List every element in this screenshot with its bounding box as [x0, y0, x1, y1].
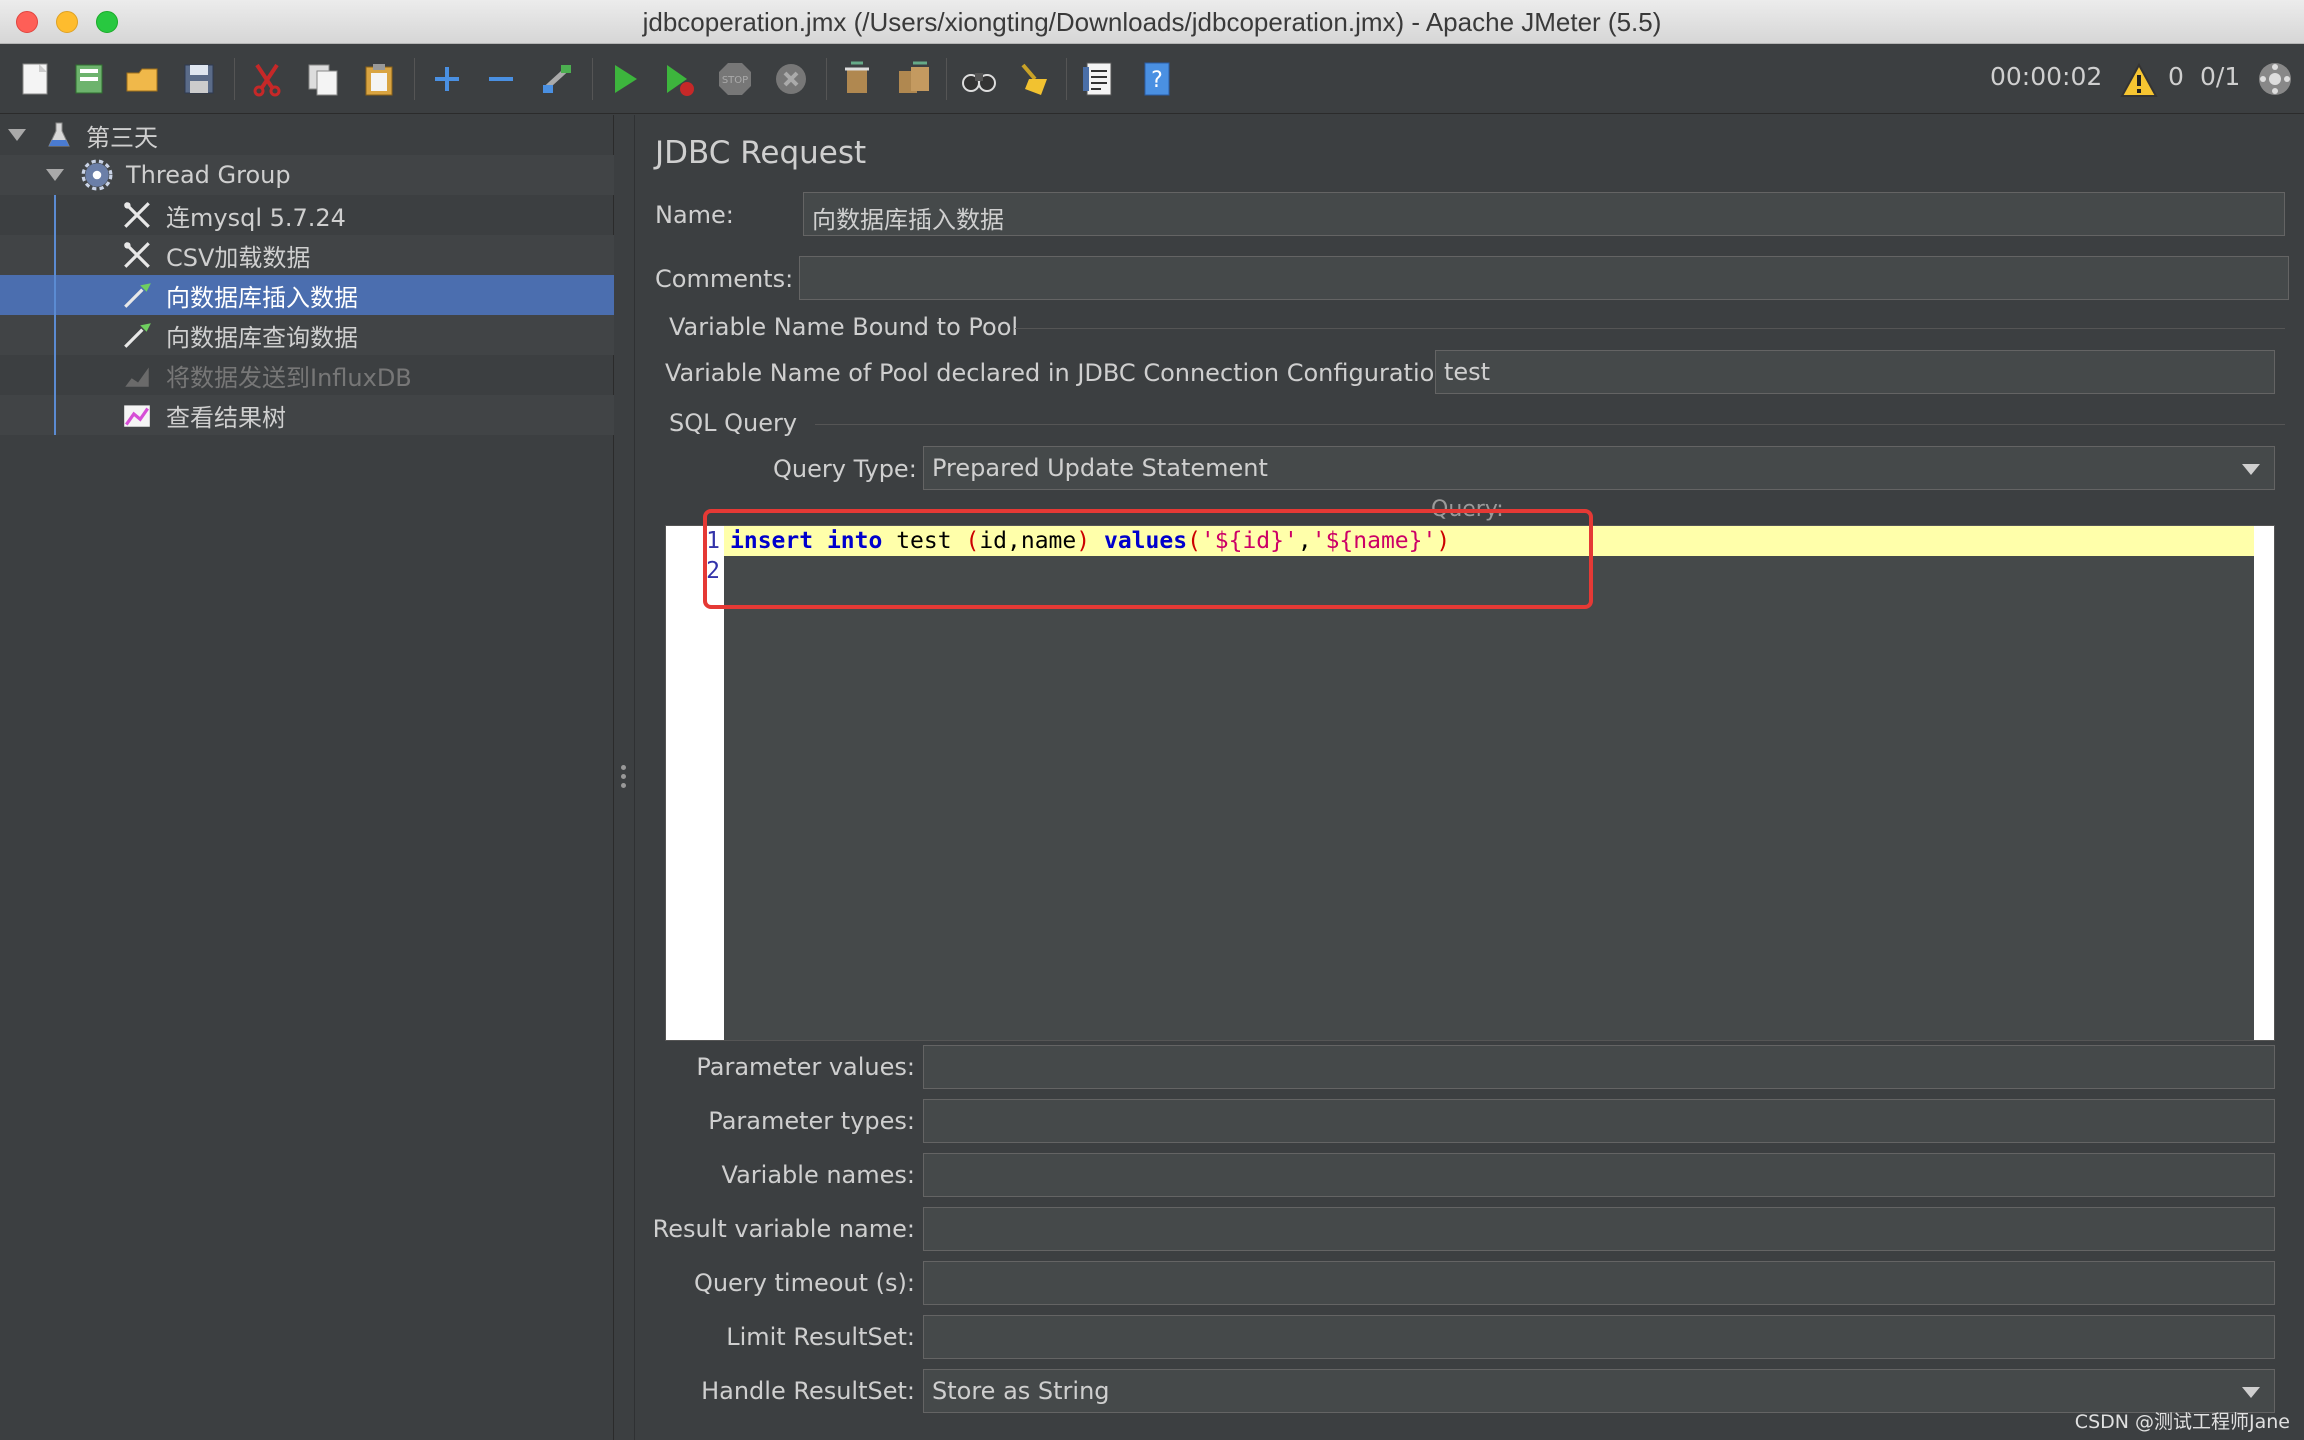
comments-field[interactable] [799, 256, 2289, 300]
parameter-types-label: Parameter types: [708, 1107, 915, 1135]
tree-item-insert-request[interactable]: 向数据库插入数据 [0, 275, 614, 315]
save-icon[interactable] [176, 56, 222, 102]
shutdown-icon[interactable] [768, 56, 814, 102]
listener-icon [120, 398, 154, 432]
parameter-values-label: Parameter values: [696, 1053, 915, 1081]
watermark: CSDN @测试工程师Jane [2074, 1411, 2290, 1433]
expand-icon[interactable] [424, 56, 470, 102]
query-type-value: Prepared Update Statement [932, 454, 1268, 482]
open-icon[interactable] [120, 56, 166, 102]
parameter-values-field[interactable] [923, 1045, 2275, 1089]
chevron-down-icon[interactable] [46, 169, 64, 181]
parameter-types-field[interactable] [923, 1099, 2275, 1143]
search-icon[interactable] [956, 56, 1002, 102]
window-title: jdbcoperation.jmx (/Users/xiongting/Down… [642, 7, 1662, 37]
paste-icon[interactable] [356, 56, 402, 102]
name-label: Name: [655, 201, 734, 229]
listener-icon [120, 358, 154, 392]
tree-item-thread-group[interactable]: Thread Group [0, 155, 614, 195]
comments-label: Comments: [655, 265, 794, 293]
tree-item-query-request[interactable]: 向数据库查询数据 [0, 315, 614, 355]
splitter-handle[interactable] [621, 765, 627, 792]
query-type-select[interactable]: Prepared Update Statement [923, 446, 2275, 490]
help-icon[interactable]: ? [1134, 56, 1180, 102]
query-type-label: Query Type: [773, 455, 917, 483]
flask-icon [42, 118, 76, 152]
gear-icon [80, 158, 114, 192]
query-timeout-field[interactable] [923, 1261, 2275, 1305]
chevron-down-icon [2242, 464, 2260, 475]
start-icon[interactable] [602, 56, 648, 102]
query-timeout-label: Query timeout (s): [693, 1269, 915, 1297]
function-helper-icon[interactable] [1076, 56, 1122, 102]
variable-names-label: Variable names: [721, 1161, 915, 1189]
panel-title: JDBC Request [655, 135, 867, 171]
sql-group-title: SQL Query [669, 409, 798, 437]
reset-search-icon[interactable] [1010, 56, 1056, 102]
warning-icon[interactable] [2116, 58, 2162, 104]
chevron-down-icon [2242, 1387, 2260, 1398]
svg-text:?: ? [1151, 68, 1163, 93]
tree-item-influxdb-listener[interactable]: 将数据发送到InfluxDB [0, 355, 614, 395]
test-plan-tree: 第三天 Thread Group 连mysql 5.7.24 CSV加载数据 向… [0, 115, 614, 1440]
pool-label: Variable Name of Pool declared in JDBC C… [665, 359, 1458, 387]
remote-status-icon [2252, 56, 2298, 102]
templates-icon[interactable] [66, 56, 112, 102]
tree-item-jdbc-connection[interactable]: 连mysql 5.7.24 [0, 195, 614, 235]
svg-text:STOP: STOP [722, 75, 748, 86]
chevron-down-icon[interactable] [8, 129, 26, 141]
collapse-icon[interactable] [478, 56, 524, 102]
sampler-icon [120, 318, 154, 352]
handle-resultset-select[interactable]: Store as String [923, 1369, 2275, 1413]
tree-item-test-plan[interactable]: 第三天 [0, 115, 614, 155]
handle-resultset-value: Store as String [932, 1377, 1110, 1405]
tree-item-csv-data[interactable]: CSV加载数据 [0, 235, 614, 275]
cut-icon[interactable] [244, 56, 290, 102]
title-bar: jdbcoperation.jmx (/Users/xiongting/Down… [0, 0, 2304, 44]
config-icon [120, 198, 154, 232]
handle-resultset-label: Handle ResultSet: [701, 1377, 915, 1405]
variable-names-field[interactable] [923, 1153, 2275, 1197]
limit-resultset-label: Limit ResultSet: [726, 1323, 915, 1351]
start-no-pause-icon[interactable] [656, 56, 702, 102]
warning-count: 0 [2168, 62, 2184, 91]
elapsed-timer: 00:00:02 [1990, 62, 2103, 91]
result-variable-label: Result variable name: [652, 1215, 915, 1243]
name-field[interactable]: 向数据库插入数据 [803, 192, 2285, 236]
stop-icon[interactable]: STOP [712, 56, 758, 102]
toggle-icon[interactable] [534, 56, 580, 102]
copy-icon[interactable] [300, 56, 346, 102]
result-variable-field[interactable] [923, 1207, 2275, 1251]
toolbar: STOP ? 00:00:02 0 0/1 [0, 44, 2304, 114]
new-icon[interactable] [12, 56, 58, 102]
pool-name-field[interactable]: test [1435, 350, 2275, 394]
thread-status: 0/1 [2200, 62, 2241, 91]
sampler-icon [120, 278, 154, 312]
limit-resultset-field[interactable] [923, 1315, 2275, 1359]
jdbc-request-panel: JDBC Request Name: 向数据库插入数据 Comments: Va… [634, 115, 2304, 1440]
clear-icon[interactable] [834, 56, 880, 102]
annotation-highlight-box [703, 509, 1593, 609]
pool-group-title: Variable Name Bound to Pool [669, 313, 1019, 341]
config-icon [120, 238, 154, 272]
clear-all-icon[interactable] [890, 56, 936, 102]
tree-item-results-tree[interactable]: 查看结果树 [0, 395, 614, 435]
